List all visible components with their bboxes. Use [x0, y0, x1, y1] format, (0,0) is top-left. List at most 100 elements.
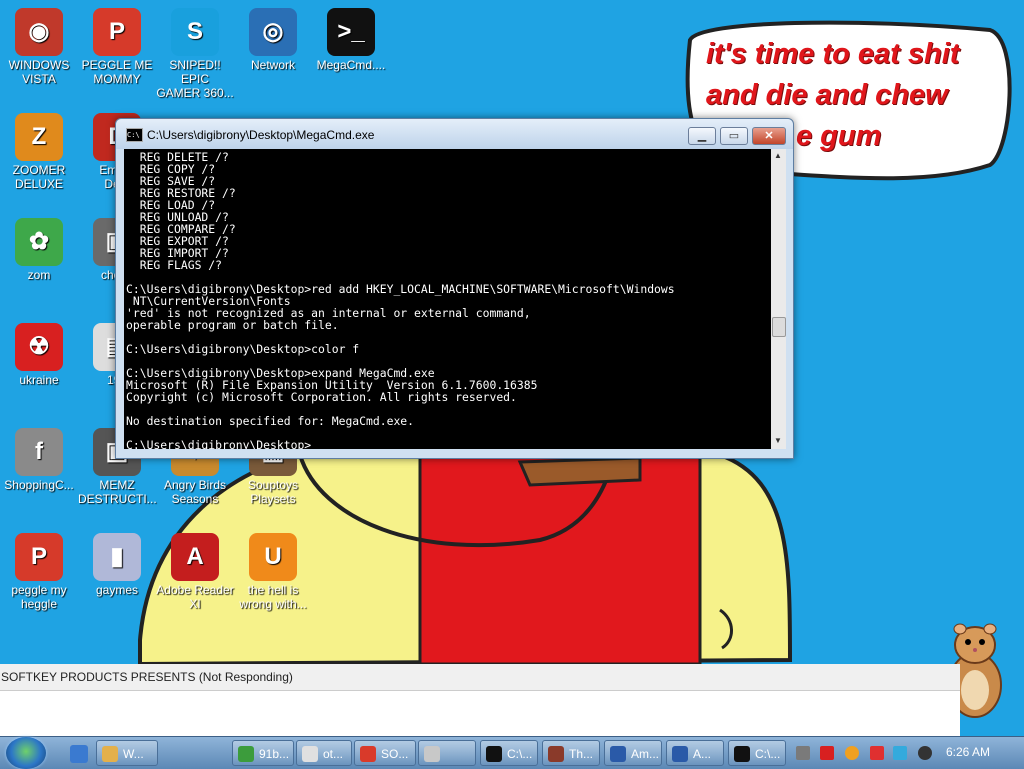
desktop-icon-shopping[interactable]: f ShoppingC... — [0, 428, 78, 492]
not-responding-window[interactable]: SOFTKEY PRODUCTS PRESENTS (Not Respondin… — [0, 664, 960, 736]
shopping-icon: f — [15, 428, 63, 476]
desktop-icon-label: the hell is — [247, 583, 299, 597]
taskbar-button-printer[interactable] — [418, 740, 476, 766]
desktop-icon-ukraine[interactable]: ☢ ukraine — [0, 323, 78, 387]
taskbar-button-label: Th... — [569, 747, 594, 761]
megacmd-icon: >_ — [327, 8, 375, 56]
console-line: REG COPY /? — [126, 162, 216, 176]
taskbar-button-label: SO... — [381, 747, 409, 761]
taskbar-button-label: C:\... — [755, 747, 781, 761]
desktop-icon-windows-vista[interactable]: ◉ WINDOWS VISTA — [0, 8, 78, 86]
console-output[interactable]: REG DELETE /? REG COPY /? REG SAVE /? RE… — [124, 149, 771, 449]
ie-icon[interactable] — [70, 745, 88, 763]
taskbar-button-th[interactable]: Th... — [542, 740, 600, 766]
am-taskbar-icon — [610, 746, 626, 762]
console-line: REG FLAGS /? — [126, 258, 223, 272]
speech-line-2: and die and chew — [706, 79, 948, 111]
close-button[interactable]: ✕ — [752, 127, 786, 145]
desktop-icon-label: zom — [27, 268, 51, 282]
desktop-icon-peggle-me-mommy[interactable]: P PEGGLE ME MOMMY — [78, 8, 156, 86]
maximize-button[interactable]: ▭ — [720, 127, 748, 145]
desktop-icon-label: gaymes — [95, 583, 139, 597]
tray-app-icon[interactable] — [796, 746, 810, 760]
tray-v-icon[interactable] — [820, 746, 834, 760]
taskbar-button-softkey[interactable]: SO... — [354, 740, 416, 766]
clock[interactable]: 6:26 AM — [946, 745, 990, 759]
peggle-my-heggle-icon: P — [15, 533, 63, 581]
adobe-reader-icon: A — [171, 533, 219, 581]
desktop-icon-label: PEGGLE ME — [81, 58, 153, 72]
desktop-icon-network[interactable]: ◎ Network — [234, 8, 312, 72]
desktop-icon-label-2: MOMMY — [93, 72, 141, 86]
desktop-icon-label-2: VISTA — [22, 72, 56, 86]
desktop-icon-label: Angry Birds — [163, 478, 227, 492]
display-icon[interactable] — [893, 746, 907, 760]
sniped-icon: S — [171, 8, 219, 56]
taskbar-button-label: 91b... — [259, 747, 290, 761]
desktop-icon-label: SNIPED!! EPIC — [169, 58, 221, 86]
taskbar-button-label: W... — [123, 747, 144, 761]
desktop-icon-the-hell-is[interactable]: Uthe hell is wrong with... — [234, 533, 312, 611]
console-line: C:\Users\digibrony\Desktop> — [126, 438, 312, 449]
tray-search-icon[interactable] — [845, 746, 859, 760]
console-line: REG DELETE /? — [126, 150, 229, 164]
taskbar-button-explorer[interactable]: W... — [96, 740, 158, 766]
console-titlebar[interactable]: C:\ C:\Users\digibrony\Desktop\MegaCmd.e… — [116, 119, 793, 149]
desktop-icon-label-2: Seasons — [171, 492, 219, 506]
taskbar-button-cmd1[interactable]: C:\... — [480, 740, 538, 766]
console-line: C:\Users\digibrony\Desktop>color f — [126, 342, 360, 356]
ukraine-icon: ☢ — [15, 323, 63, 371]
console-line: operable program or batch file. — [126, 318, 339, 332]
desktop-icon-megacmd[interactable]: >_ MegaCmd.... — [312, 8, 390, 72]
taskbar-button-label: A... — [693, 747, 712, 761]
desktop-icon-label: Adobe Reader — [156, 583, 234, 597]
desktop-icon-label-2: XI — [189, 597, 201, 611]
zoomer-deluxe-icon: Z — [15, 113, 63, 161]
console-scrollbar[interactable]: ▲ ▼ — [771, 149, 786, 449]
desktop-icon-zoomer-deluxe[interactable]: Z ZOOMER DELUXE — [0, 113, 78, 191]
volume-icon[interactable] — [918, 746, 932, 760]
taskbar-button-label: C:\... — [507, 747, 533, 761]
gaymes-icon: ▮ — [93, 533, 141, 581]
the-hell-is-icon: U — [249, 533, 297, 581]
taskbar: W... 91b... ot... SO... C:\... Th... Am... A...… — [0, 736, 1024, 769]
desktop-icon-peggle-my-heggle[interactable]: Ppeggle my heggle — [0, 533, 78, 611]
chrome-taskbar-icon — [238, 746, 254, 762]
desktop-icon-label-2: DESTRUCTI... — [78, 492, 157, 506]
windows-vista-icon: ◉ — [15, 8, 63, 56]
megacmd-console-window[interactable]: C:\ C:\Users\digibrony\Desktop\MegaCmd.e… — [115, 118, 794, 459]
desktop-icon-zom[interactable]: ✿ zom — [0, 218, 78, 282]
scroll-up-arrow-icon[interactable]: ▲ — [774, 151, 782, 160]
console-line: No destination specified for: MegaCmd.ex… — [126, 414, 415, 428]
taskbar-button-chrome[interactable]: 91b... — [232, 740, 294, 766]
cmd1-taskbar-icon — [486, 746, 502, 762]
printer-taskbar-icon — [424, 746, 440, 762]
taskbar-button-label: ot... — [323, 747, 344, 761]
peggle-me-mommy-icon: P — [93, 8, 141, 56]
desktop-icon-label: MEMZ — [99, 478, 135, 492]
network-icon: ◎ — [249, 8, 297, 56]
desktop-icon-label-2: GAMER 360... — [156, 86, 234, 100]
console-title: C:\Users\digibrony\Desktop\MegaCmd.exe — [147, 128, 375, 142]
scrollbar-thumb[interactable] — [772, 317, 786, 337]
scroll-down-arrow-icon[interactable]: ▼ — [774, 436, 782, 445]
explorer-taskbar-icon — [102, 746, 118, 762]
minimize-button[interactable]: ▁ — [688, 127, 716, 145]
desktop-icon-gaymes[interactable]: ▮ gaymes — [78, 533, 156, 597]
desktop-icon-adobe-reader[interactable]: A Adobe Reader XI — [156, 533, 234, 611]
flag-icon[interactable] — [870, 746, 884, 760]
taskbar-button-am[interactable]: Am... — [604, 740, 662, 766]
taskbar-button-cmd2[interactable]: C:\... — [728, 740, 786, 766]
cmd-icon: C:\ — [126, 128, 143, 142]
taskbar-button-label: Am... — [631, 747, 660, 761]
not-responding-title[interactable]: SOFTKEY PRODUCTS PRESENTS (Not Respondin… — [0, 664, 960, 691]
desktop-icon-label: peggle my — [11, 583, 67, 597]
desktop-icon-label-2: wrong with... — [239, 597, 307, 611]
desktop-icon-label: MegaCmd.... — [316, 58, 386, 72]
taskbar-button-a[interactable]: A... — [666, 740, 724, 766]
desktop-icon-sniped[interactable]: S SNIPED!! EPIC GAMER 360... — [156, 8, 234, 100]
desktop-icon-label: ShoppingC... — [4, 478, 74, 492]
desktop-icon-label-2: Playsets — [250, 492, 296, 506]
taskbar-button-other[interactable]: ot... — [296, 740, 352, 766]
start-button[interactable] — [6, 737, 46, 769]
